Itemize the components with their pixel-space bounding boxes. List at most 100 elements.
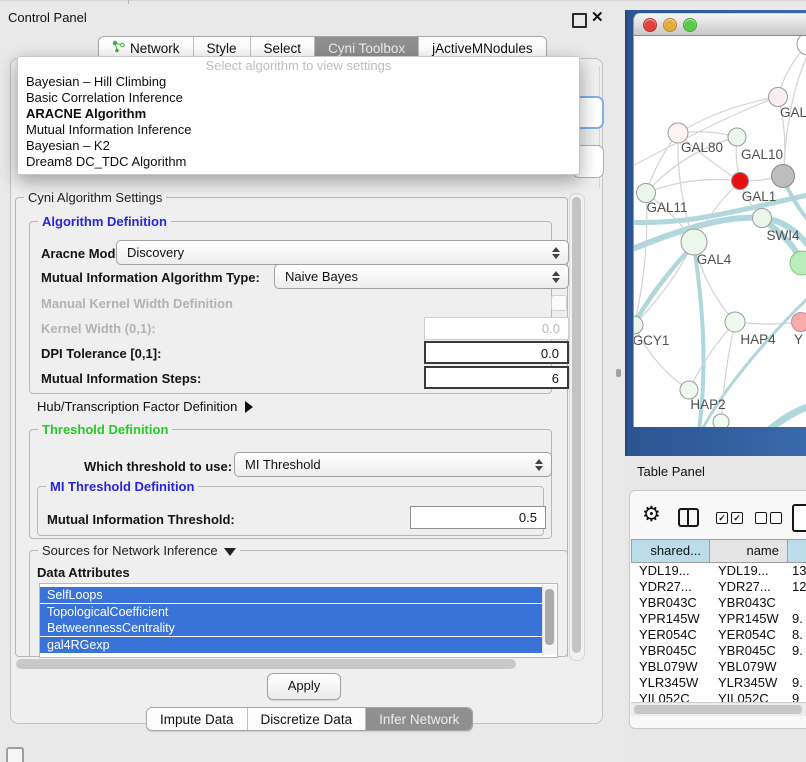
zoom-window-icon[interactable] <box>683 18 697 32</box>
network-node-gal[interactable] <box>769 88 788 107</box>
network-node[interactable] <box>797 36 806 55</box>
network-node-gal1[interactable] <box>732 173 749 190</box>
close-window-icon[interactable] <box>643 18 657 32</box>
table-cell[interactable]: YER054C <box>631 627 710 643</box>
table-horizontal-scrollbar[interactable] <box>631 702 806 716</box>
dropdown-item[interactable]: Bayesian – K2 <box>18 138 579 154</box>
table-settings-gear-icon[interactable]: ⚙ <box>642 502 661 528</box>
attribute-list-item[interactable]: BetweennessCentrality <box>40 620 549 636</box>
table-row[interactable]: YBR043CYBR043C <box>631 595 806 611</box>
tab-infer-network[interactable]: Infer Network <box>366 708 472 730</box>
table-cell[interactable]: YPR145W <box>631 611 710 627</box>
table-cell[interactable]: YIL052C <box>710 691 788 702</box>
split-view-icon[interactable] <box>678 508 699 527</box>
table-cell[interactable] <box>788 595 806 611</box>
dropdown-item[interactable]: Bayesian – Hill Climbing <box>18 74 579 90</box>
panel-divider-handle[interactable] <box>616 369 621 377</box>
table-cell[interactable]: 9 <box>788 691 806 702</box>
table-row[interactable]: YIL052CYIL052C9 <box>631 691 806 702</box>
table-cell[interactable]: 9. <box>788 675 806 691</box>
network-edge[interactable] <box>646 180 740 193</box>
dropdown-item[interactable]: Basic Correlation Inference <box>18 90 579 106</box>
mi-threshold-field[interactable]: 0.5 <box>410 506 546 529</box>
settings-vertical-scrollbar[interactable] <box>569 193 585 661</box>
column-header-partial[interactable] <box>788 539 806 563</box>
list-scrollbar-thumb[interactable] <box>545 589 554 645</box>
manual-kernel-width-checkbox[interactable] <box>551 295 567 311</box>
kernel-width-label: Kernel Width (0,1): <box>41 321 156 336</box>
table-cell[interactable]: 9. <box>788 611 806 627</box>
which-threshold-combobox[interactable]: MI Threshold <box>234 452 552 477</box>
table-cell[interactable]: 12 <box>788 579 806 595</box>
table-cell[interactable]: YBL079W <box>631 659 710 675</box>
table-row[interactable]: YDL19...YDL19...13 <box>631 563 806 579</box>
network-node[interactable] <box>772 165 795 188</box>
network-node-y[interactable] <box>792 313 806 332</box>
table-cell[interactable]: 8. <box>788 627 806 643</box>
network-node-swi4[interactable] <box>753 209 772 228</box>
minimize-window-icon[interactable] <box>663 18 677 32</box>
float-panel-icon[interactable] <box>572 13 587 28</box>
kernel-width-field[interactable]: 0.0 <box>424 317 569 340</box>
network-edge-strong[interactable] <box>769 405 806 427</box>
table-cell[interactable]: YBR045C <box>631 643 710 659</box>
network-view-canvas[interactable]: GALGAL80GAL10GAL1GAL11SWI4GAL4GCY1HAP4YH… <box>633 36 806 427</box>
table-row[interactable]: YER054CYER054C8. <box>631 627 806 643</box>
table-cell[interactable]: YDL19... <box>631 563 710 579</box>
table-row[interactable]: YDR27...YDR27...12 <box>631 579 806 595</box>
table-cell[interactable]: YLR345W <box>710 675 788 691</box>
table-cell[interactable]: YIL052C <box>631 691 710 702</box>
apply-button[interactable]: Apply <box>267 673 341 700</box>
network-node-hap4[interactable] <box>725 312 745 332</box>
mi-steps-field[interactable]: 6 <box>424 366 569 389</box>
table-cell[interactable]: YDL19... <box>710 563 788 579</box>
table-cell[interactable]: 9. <box>788 643 806 659</box>
tab-discretize-data[interactable]: Discretize Data <box>248 708 367 730</box>
table-cell[interactable]: YLR345W <box>631 675 710 691</box>
hub-definition-expander[interactable]: Hub/Transcription Factor Definition <box>37 399 253 414</box>
network-window-titlebar[interactable] <box>633 13 806 36</box>
table-cell[interactable] <box>788 659 806 675</box>
close-panel-icon[interactable]: ✕ <box>591 8 604 26</box>
network-node-gal10[interactable] <box>728 128 746 146</box>
sources-group-title[interactable]: Sources for Network Inference <box>38 543 240 558</box>
hide-columns-icon[interactable] <box>755 512 782 524</box>
attribute-list-item[interactable]: TopologicalCoefficient <box>40 604 549 620</box>
attribute-list-item[interactable]: SelfLoops <box>40 587 549 603</box>
settings-horizontal-scrollbar-thumb[interactable] <box>16 659 516 669</box>
aracne-mode-combobox[interactable]: Discovery <box>116 240 569 265</box>
dropdown-item[interactable]: Mutual Information Inference <box>18 122 579 138</box>
network-node[interactable] <box>790 251 806 275</box>
table-cell[interactable]: YBR043C <box>631 595 710 611</box>
column-header-shared-name[interactable]: shared... <box>631 539 710 563</box>
data-attributes-list[interactable]: SelfLoopsTopologicalCoefficientBetweenne… <box>39 583 558 658</box>
checked-box-icon: ✓ <box>731 512 743 524</box>
dropdown-item[interactable]: Dream8 DC_TDC Algorithm <box>18 154 579 170</box>
docked-panel-icon[interactable] <box>6 747 24 762</box>
table-cell[interactable]: YER054C <box>710 627 788 643</box>
mi-algorithm-type-combobox[interactable]: Naive Bayes <box>274 264 569 289</box>
table-hscroll-thumb[interactable] <box>634 705 802 714</box>
show-columns-icon[interactable]: ✓ ✓ <box>716 512 743 524</box>
list-scrollbar[interactable] <box>542 585 556 655</box>
dropdown-item-selected[interactable]: ARACNE Algorithm <box>18 106 579 122</box>
table-row[interactable]: YLR345WYLR345W9. <box>631 675 806 691</box>
table-row[interactable]: YBR045CYBR045C9. <box>631 643 806 659</box>
column-header-name[interactable]: name <box>710 539 788 563</box>
table-cell[interactable]: YBR045C <box>710 643 788 659</box>
tab-impute-data[interactable]: Impute Data <box>147 708 248 730</box>
table-cell[interactable]: YBR043C <box>710 595 788 611</box>
table-cell[interactable]: YBL079W <box>710 659 788 675</box>
table-function-icon[interactable] <box>792 504 806 532</box>
table-row[interactable]: YPR145WYPR145W9. <box>631 611 806 627</box>
table-cell[interactable]: YPR145W <box>710 611 788 627</box>
settings-vscroll-thumb[interactable] <box>572 197 581 653</box>
table-cell[interactable]: 13 <box>788 563 806 579</box>
table-cell[interactable]: YDR27... <box>631 579 710 595</box>
dpi-tolerance-field[interactable]: 0.0 <box>424 341 569 364</box>
attribute-list-item[interactable]: gal4RGexp <box>40 637 549 653</box>
network-node[interactable] <box>713 414 729 427</box>
table-cell[interactable]: YDR27... <box>710 579 788 595</box>
table-row[interactable]: YBL079WYBL079W <box>631 659 806 675</box>
network-node-gcy1[interactable] <box>634 316 643 334</box>
